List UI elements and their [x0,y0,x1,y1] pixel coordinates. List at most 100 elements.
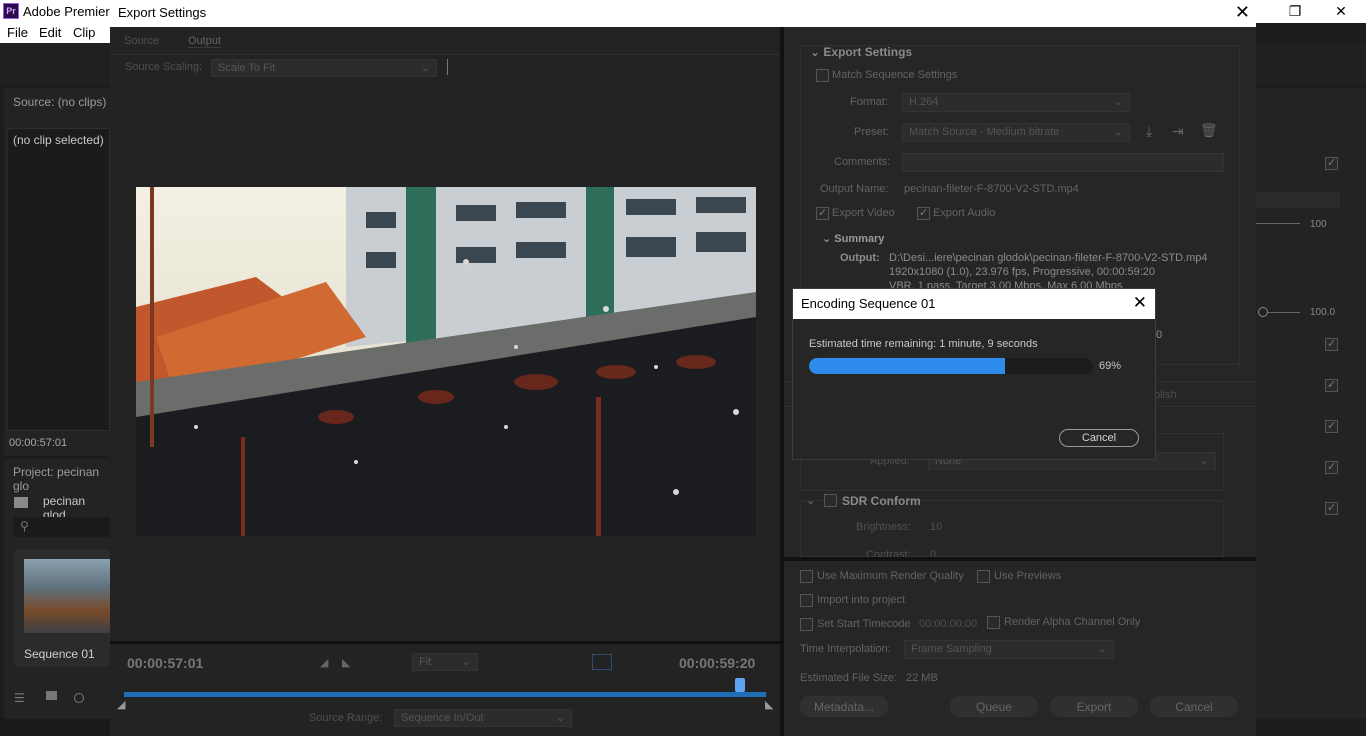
encoding-title: Encoding Sequence 01 [801,296,936,311]
status-bar [0,719,110,736]
video-preview [136,187,756,536]
source-panel: Source: (no clips) (no clip selected) 00… [4,88,110,456]
export-settings-heading[interactable]: ⌄ Export Settings [810,45,912,59]
video-frame-image [136,187,756,536]
no-clip-label: (no clip selected) [13,133,104,147]
output-name-link[interactable]: pecinan-fileter-F-8700-V2-STD.mp4 [904,183,1079,195]
encoding-dialog: Encoding Sequence 01 ✕ Estimated time re… [792,288,1156,460]
format-dropdown[interactable]: H.264 ⌄ [902,93,1130,112]
source-range-dropdown[interactable]: Sequence In/Out ⌄ [394,709,572,727]
tab-divider [110,54,780,55]
menu-file[interactable]: File [7,25,28,40]
effect-controls-panel: 100 100.0 [1256,88,1366,718]
use-previews-label: Use Previews [994,570,1062,582]
bg-checkbox-3[interactable] [1325,379,1338,392]
menu-clip[interactable]: Clip [73,25,95,40]
bg-checkbox-1[interactable] [1325,157,1338,170]
save-preset-icon[interactable]: ⤓ [1146,123,1152,140]
time-interp-label: Time Interpolation: [800,643,891,655]
bg-slider-track-2[interactable] [1268,312,1300,313]
zoom-slider-handle[interactable] [74,693,84,703]
export-audio-label: Export Audio [933,207,996,219]
brightness-label: Brightness: [856,521,912,533]
bg-dropdown[interactable] [1256,192,1340,208]
close-icon[interactable]: ✕ [1235,2,1250,23]
playhead-handle[interactable] [735,678,746,692]
preset-dropdown[interactable]: Match Source - Medium bitrate ⌄ [902,123,1130,142]
timeline-scrubber[interactable] [124,692,766,697]
mark-in-icon[interactable]: ◢ [320,656,328,669]
summary-heading[interactable]: ⌄ Summary [822,232,884,245]
thumbnail-label: Sequence 01 [24,647,95,661]
tab-source[interactable]: Source [124,35,159,47]
cancel-encoding-button[interactable]: Cancel [1059,429,1139,447]
match-sequence-checkbox[interactable] [816,69,829,82]
output-name-label: Output Name: [820,183,889,195]
import-project-checkbox[interactable] [800,594,813,607]
output-label: Output: [840,252,880,264]
start-timecode-value[interactable]: 00:00:00:00 [919,618,977,630]
match-sequence-label: Match Sequence Settings [832,69,958,81]
sdr-conform-checkbox[interactable] [824,494,837,507]
use-max-render-checkbox[interactable] [800,570,813,583]
time-remaining-text: Estimated time remaining: 1 minute, 9 se… [809,338,1038,350]
queue-button[interactable]: Queue [950,696,1038,717]
source-panel-title: Source: (no clips) [13,95,107,109]
export-audio-checkbox[interactable] [917,207,930,220]
sdr-conform-label: SDR Conform [842,494,921,508]
import-preset-icon[interactable]: ⇥ [1172,123,1184,140]
output-line-2: 1920x1080 (1.0), 23.976 fps, Progressive… [889,266,1156,278]
est-size-label: Estimated File Size: [800,672,898,684]
source-scaling-label: Source Scaling: [125,61,203,73]
restore-icon[interactable]: ❐ [1272,0,1318,23]
tab-output[interactable]: Output [188,35,222,48]
list-view-icon[interactable]: ☰ [14,691,25,705]
source-timecode: 00:00:57:01 [9,437,68,449]
brightness-value[interactable]: 10 [930,521,942,533]
project-panel: Project: pecinan glo pecinan glod ⚲ Sequ… [4,459,110,719]
project-search-input[interactable]: ⚲ [14,517,110,537]
menu-edit[interactable]: Edit [39,25,61,40]
in-point-marker[interactable]: ◢ [117,698,125,711]
bg-checkbox-4[interactable] [1325,420,1338,433]
export-video-checkbox[interactable] [816,207,829,220]
metadata-button[interactable]: Metadata... [800,696,888,717]
start-timecode-checkbox[interactable] [800,618,813,631]
out-point-marker[interactable]: ◣ [765,698,773,711]
time-interp-dropdown[interactable]: Frame Sampling ⌄ [904,640,1114,659]
export-button[interactable]: Export [1050,696,1138,717]
icon-view-icon[interactable] [46,691,57,700]
preset-label: Preset: [854,126,889,138]
sdr-collapse-icon[interactable]: ⌄ [806,494,815,507]
premiere-logo-icon: Pr [3,3,19,19]
preview-controls: 00:00:57:01 ◢ ◣ Fit ⌄ 00:00:59:20 ◢ ◣ Sou… [110,641,780,736]
export-dialog-title: Export Settings [118,5,207,20]
bg-checkbox-5[interactable] [1325,461,1338,474]
source-scaling-dropdown[interactable]: Scale To Fit ⌄ [211,59,437,77]
project-panel-title: Project: pecinan glo [13,465,100,493]
tab-publish[interactable]: blish [1154,389,1177,401]
delete-preset-icon[interactable]: 🗑 [1200,122,1218,139]
close-icon[interactable]: ✕ [1318,0,1364,23]
use-previews-checkbox[interactable] [977,570,990,583]
progress-bar [809,358,1093,374]
comments-input[interactable] [902,153,1224,172]
sequence-thumbnail[interactable]: Sequence 01 [14,549,110,667]
mark-out-icon[interactable]: ◣ [342,656,350,669]
crop-handle[interactable] [447,59,448,75]
fit-dropdown[interactable]: Fit ⌄ [412,653,478,671]
render-alpha-checkbox[interactable] [987,616,1000,629]
bg-value-2: 100.0 [1310,307,1336,318]
summary-value-tail: 0 [1156,329,1163,341]
use-max-render-label: Use Maximum Render Quality [817,570,964,582]
bg-checkbox-2[interactable] [1325,338,1338,351]
close-icon[interactable]: ✕ [1133,293,1147,313]
progress-fill [809,358,1005,374]
aspect-icon[interactable] [592,654,612,670]
cancel-export-button[interactable]: Cancel [1150,696,1238,717]
bg-checkbox-6[interactable] [1325,502,1338,515]
encoding-titlebar: Encoding Sequence 01 ✕ [793,289,1155,319]
contrast-value[interactable]: 0 [930,549,936,557]
bg-slider-track[interactable] [1256,223,1300,224]
bg-slider-handle[interactable] [1258,307,1268,317]
